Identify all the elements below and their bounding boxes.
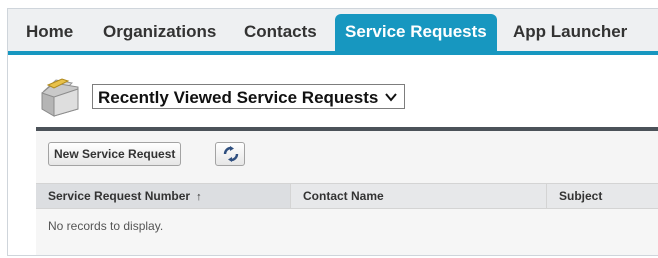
table-header: Service Request Number ↑ Contact Name Sub… — [36, 183, 658, 209]
list-view-select-value: Recently Viewed Service Requests — [98, 88, 379, 107]
column-label: Subject — [559, 189, 603, 203]
refresh-icon — [223, 146, 239, 162]
folder-icon — [38, 75, 84, 119]
refresh-button[interactable] — [215, 142, 245, 166]
sort-ascending-icon: ↑ — [196, 191, 202, 203]
tab-organizations[interactable]: Organizations — [103, 9, 216, 51]
empty-state-message: No records to display. — [48, 219, 164, 233]
list-panel: New Service Request Service Request Numb… — [36, 127, 658, 255]
tab-bar: Home Organizations Contacts Service Requ… — [8, 9, 658, 55]
tab-home[interactable]: Home — [26, 9, 73, 51]
list-view-header: Recently Viewed Service Requests — [8, 75, 658, 123]
column-label: Service Request Number — [48, 189, 191, 203]
app-window: Home Organizations Contacts Service Requ… — [7, 8, 658, 256]
new-service-request-button[interactable]: New Service Request — [48, 142, 182, 166]
chevron-down-icon — [384, 85, 398, 117]
tab-service-requests[interactable]: Service Requests — [335, 14, 497, 51]
list-view-select[interactable]: Recently Viewed Service Requests — [92, 84, 406, 109]
tab-contacts[interactable]: Contacts — [244, 9, 317, 51]
tab-app-launcher[interactable]: App Launcher — [513, 9, 627, 51]
column-label: Contact Name — [303, 189, 384, 203]
column-contact-name[interactable]: Contact Name — [290, 184, 546, 208]
column-service-request-number[interactable]: Service Request Number ↑ — [36, 184, 290, 208]
list-toolbar: New Service Request — [36, 131, 658, 183]
column-subject[interactable]: Subject — [546, 184, 658, 208]
